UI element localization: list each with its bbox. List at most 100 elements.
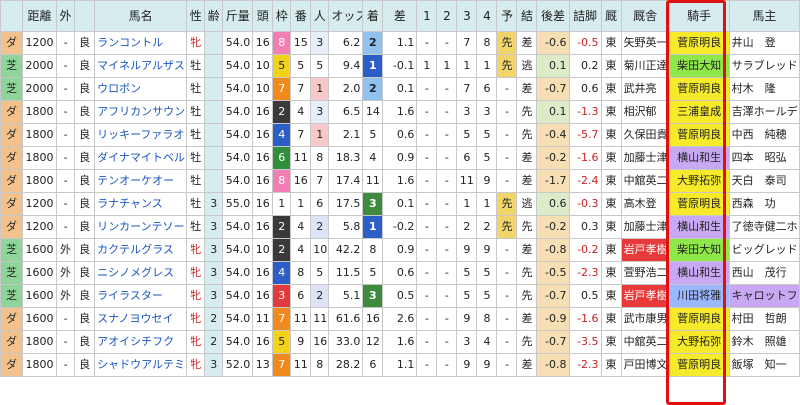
cell-horse[interactable]: シャドウアルテミス	[94, 353, 188, 377]
cell-cond: 良	[74, 353, 96, 377]
cell-p3: 1	[456, 54, 478, 78]
column-header[interactable]: 4	[476, 0, 498, 32]
cell-age: 3	[204, 261, 224, 285]
column-header[interactable]: オッズ	[328, 0, 364, 32]
column-header[interactable]: 外	[56, 0, 76, 32]
column-header[interactable]: 馬名	[94, 0, 188, 32]
column-header[interactable]: 番	[290, 0, 312, 32]
cell-dist: 1600	[22, 261, 58, 285]
cell-out: -	[56, 123, 76, 147]
cell-kin: 54.0	[222, 146, 254, 170]
column-header[interactable]: 着	[362, 0, 384, 32]
cell-yo: 先	[496, 31, 518, 55]
cell-p2: -	[436, 31, 458, 55]
cell-horse[interactable]: アオイシチフク	[94, 330, 188, 354]
cell-odds: 5.1	[328, 284, 364, 308]
cell-umaya: 東	[600, 77, 622, 101]
column-header[interactable]: 1	[416, 0, 438, 32]
cell-tsu: -2.4	[568, 169, 602, 193]
column-header[interactable]: 詰脚	[568, 0, 602, 32]
cell-horse[interactable]: リッキーファラオ	[94, 123, 188, 147]
cell-p2: -	[436, 77, 458, 101]
cell-out: -	[56, 353, 76, 377]
cell-tsu: 0.2	[568, 54, 602, 78]
cell-cond: 良	[74, 100, 96, 124]
cell-out: -	[56, 192, 76, 216]
cell-horse[interactable]: ダイナマイトベルン	[94, 146, 188, 170]
column-header[interactable]: 斤量	[222, 0, 254, 32]
cell-horse[interactable]: スナノヨウセイ	[94, 307, 188, 331]
cell-surf: ダ	[0, 169, 24, 193]
column-header[interactable]: 3	[456, 0, 478, 32]
column-header[interactable]: 結	[516, 0, 538, 32]
table-row[interactable]: ダ 1200- 良ランコントル牝 54.0 16 8 15 3 6.2 2 1.1- -7 8 先差 -0.…	[0, 31, 800, 55]
table-row[interactable]: ダ 1800- 良リッキーファラオ牡 54.0 16 4 7 1 2.1 5 0.6- -5 5- 先 -0…	[0, 123, 800, 147]
column-header[interactable]: 騎手	[668, 0, 730, 32]
cell-horse[interactable]: ライラスター	[94, 284, 188, 308]
column-header[interactable]: 枠	[272, 0, 292, 32]
cell-pop: 8	[310, 146, 330, 170]
table-row[interactable]: ダ 1800- 良アオイシチフク牝 2 54.0 16 5 9 16 33.0 12 1.6- -3 4-…	[0, 330, 800, 354]
table-row[interactable]: 芝 1600 外良カクテルグラス牝 3 54.0 10 2 4 10 42.2 8 0.9- -9 9- 差…	[0, 238, 800, 262]
cell-horse[interactable]: テンオーケオー	[94, 169, 188, 193]
cell-horse[interactable]: ランコントル	[94, 31, 188, 55]
column-header[interactable]: 後差	[536, 0, 570, 32]
cell-p4: 5	[476, 146, 498, 170]
cell-umaya: 東	[600, 261, 622, 285]
column-header[interactable]: 厩	[600, 0, 622, 32]
column-header[interactable]: 人	[310, 0, 330, 32]
cell-tsu: -2.3	[568, 261, 602, 285]
cell-cond: 良	[74, 215, 96, 239]
cell-owner: 西山 茂行	[728, 261, 800, 285]
column-header[interactable]: 2	[436, 0, 458, 32]
cell-yo: -	[496, 100, 518, 124]
cell-horse[interactable]: ニシノメグレス	[94, 261, 188, 285]
cell-sa: -0.2	[382, 215, 418, 239]
table-row[interactable]: 芝 1600 外良ライラスター牝 3 54.0 16 3 6 2 5.1 3 0.5- -5 5- 先 -0.…	[0, 284, 800, 308]
cell-tou: 16	[252, 146, 274, 170]
column-header[interactable]	[74, 0, 96, 32]
table-row[interactable]: 芝 1600 外良ニシノメグレス牝 3 54.0 16 4 8 5 11.5 5 0.6- -5 5- 先 -…	[0, 261, 800, 285]
cell-horse[interactable]: リンカーンテソーロ	[94, 215, 188, 239]
column-header[interactable]: 頭	[252, 0, 274, 32]
column-header[interactable]: 厩舎	[620, 0, 670, 32]
cell-horse[interactable]: カクテルグラス	[94, 238, 188, 262]
cell-age	[204, 146, 224, 170]
cell-age: 3	[204, 353, 224, 377]
column-header[interactable]: 差	[382, 0, 418, 32]
cell-ban: 1	[290, 192, 312, 216]
cell-ke: 先	[516, 215, 538, 239]
cell-horse[interactable]: ウロボン	[94, 77, 188, 101]
column-header[interactable]: 馬主	[728, 0, 800, 32]
table-row[interactable]: ダ 1800- 良アフリカンサウンズ牡 54.0 16 2 4 3 6.5 14 1.6- -3 3- 先…	[0, 100, 800, 124]
cell-horse[interactable]: マイネルアルザス	[94, 54, 188, 78]
cell-jock: 菅原明良	[668, 353, 730, 377]
cell-dist: 1600	[22, 284, 58, 308]
table-row[interactable]: ダ 1800- 良ダイナマイトベルン牡 54.0 16 6 11 8 18.3 4 0.9- -6 5-…	[0, 146, 800, 170]
column-header[interactable]: 性	[186, 0, 206, 32]
cell-p4: 6	[476, 77, 498, 101]
cell-sa: 0.1	[382, 192, 418, 216]
table-row[interactable]: ダ 1800- 良テンオーケオー牡 54.0 16 8 16 7 17.4 11 1.6- -11 9-…	[0, 169, 800, 193]
column-header[interactable]: 齢	[204, 0, 224, 32]
column-header[interactable]: 予	[496, 0, 518, 32]
cell-kin: 54.0	[222, 31, 254, 55]
cell-sex: 牝	[186, 261, 206, 285]
table-row[interactable]: 芝 2000- 良マイネルアルザス牡 54.0 10 5 5 5 9.4 1 -0.1 1 1 1 1 先逃 0…	[0, 54, 800, 78]
table-row[interactable]: ダ 1200- 良ラナチャンス牡 3 55.0 16 1 1 6 17.5 3 0.1- -1 1 先逃 0.…	[0, 192, 800, 216]
cell-chaku: 3	[362, 284, 384, 308]
cell-ban: 4	[290, 100, 312, 124]
table-row[interactable]: 芝 2000- 良ウロボン牡 54.0 10 7 7 1 2.0 2 0.1- -7 6- 差 -0.7 0.…	[0, 77, 800, 101]
cell-p3: 3	[456, 330, 478, 354]
column-header[interactable]: 距離	[22, 0, 58, 32]
cell-kyu: 相沢郁	[620, 100, 670, 124]
cell-horse[interactable]: アフリカンサウンズ	[94, 100, 188, 124]
cell-jock: 菅原明良	[668, 31, 730, 55]
column-header[interactable]	[0, 0, 24, 32]
cell-chaku: 5	[362, 261, 384, 285]
table-row[interactable]: ダ 1600- 良スナノヨウセイ牝 2 54.0 11 7 11 11 61.6 16 2.6- -9 8…	[0, 307, 800, 331]
cell-horse[interactable]: ラナチャンス	[94, 192, 188, 216]
table-row[interactable]: ダ 1200- 良リンカーンテソーロ牡 3 54.0 16 2 4 2 5.8 1 -0.2- -2 2 先…	[0, 215, 800, 239]
cell-dist: 1200	[22, 192, 58, 216]
table-row[interactable]: ダ 1800- 良シャドウアルテミス牝 3 52.0 13 7 11 8 28.2 6 1.1- -9 9…	[0, 353, 800, 377]
